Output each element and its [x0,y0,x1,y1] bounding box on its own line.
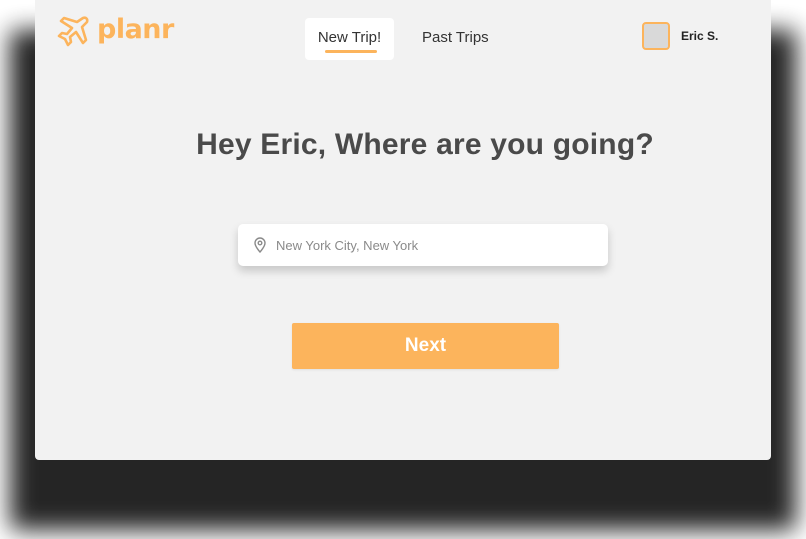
page-title: Hey Eric, Where are you going? [196,128,654,161]
tab-new-trip-label: New Trip! [317,29,382,46]
main-nav: New Trip! Past Trips [305,18,489,60]
destination-input[interactable] [276,237,576,253]
brand-logo[interactable]: planr [55,13,174,49]
next-button[interactable]: Next [292,323,559,369]
destination-search[interactable] [238,224,608,266]
map-pin-icon [254,237,266,253]
user-name: Eric S. [681,29,719,43]
active-tab-indicator [325,50,377,53]
airplane-icon [57,16,89,47]
tab-new-trip[interactable]: New Trip! [305,18,394,60]
brand-name: planr [97,13,174,45]
tab-past-trips[interactable]: Past Trips [422,18,489,60]
tab-past-trips-label: Past Trips [422,29,489,46]
avatar[interactable] [642,22,670,50]
screenshot-stage: planr New Trip! Past Trips Eric S. Hey E… [0,0,806,539]
user-menu[interactable]: Eric S. [642,22,718,50]
app-window: planr New Trip! Past Trips Eric S. Hey E… [35,0,771,460]
